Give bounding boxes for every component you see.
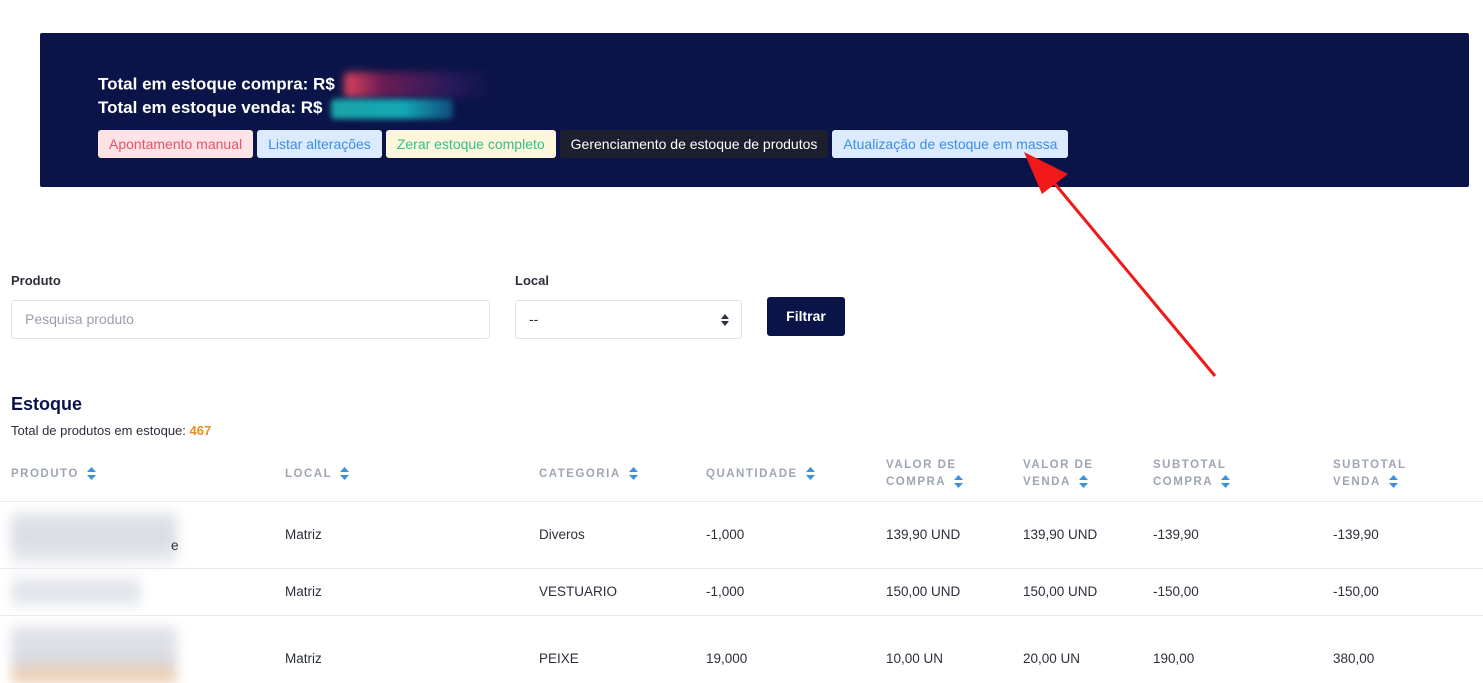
redacted-product-name: [11, 626, 177, 683]
apontamento-manual-button[interactable]: Apontamento manual: [98, 130, 254, 158]
col-subtotal-venda-label-1: SUBTOTAL: [1333, 459, 1407, 471]
col-subtotal-venda[interactable]: SUBTOTAL VENDA: [1333, 457, 1407, 491]
col-valor-compra-label-1: VALOR DE: [886, 459, 957, 471]
sort-icon: [805, 467, 815, 481]
row-valor-venda: 139,90 UND: [1023, 527, 1098, 542]
row-subtotal-compra: 190,00: [1153, 651, 1195, 666]
col-subtotal-compra[interactable]: SUBTOTAL COMPRA: [1153, 457, 1231, 491]
col-valor-compra[interactable]: VALOR DE COMPRA: [886, 457, 964, 491]
total-venda-label: Total em estoque venda: R$: [98, 98, 323, 117]
sort-icon: [954, 475, 964, 489]
stock-summary-banner: Total em estoque compra: R$ Total em est…: [40, 33, 1469, 187]
redacted-product-name: [11, 577, 141, 607]
local-label: Local: [515, 273, 549, 288]
col-valor-venda[interactable]: VALOR DE VENDA: [1023, 457, 1094, 491]
sort-icon: [340, 467, 350, 481]
row-valor-venda: 150,00 UND: [1023, 584, 1098, 599]
col-produto[interactable]: PRODUTO: [11, 466, 96, 483]
table-divider: [0, 501, 1483, 502]
local-select-value: --: [529, 311, 539, 327]
col-categoria[interactable]: CATEGORIA: [539, 466, 638, 483]
zerar-estoque-button[interactable]: Zerar estoque completo: [385, 130, 556, 158]
table-divider: [0, 615, 1483, 616]
col-quantidade[interactable]: QUANTIDADE: [706, 466, 815, 483]
row-categoria: Diveros: [539, 527, 585, 542]
total-venda: Total em estoque venda: R$: [98, 98, 454, 119]
table-divider: [0, 568, 1483, 569]
col-produto-label: PRODUTO: [11, 468, 79, 480]
sort-icon: [86, 467, 96, 481]
select-chevron-icon: [721, 314, 729, 326]
row-valor-compra: 150,00 UND: [886, 584, 961, 599]
col-local-label: LOCAL: [285, 468, 333, 480]
action-buttons: Apontamento manual Listar alterações Zer…: [98, 130, 1069, 158]
total-compra-label: Total em estoque compra: R$: [98, 74, 335, 94]
row-quantidade: -1,000: [706, 527, 745, 542]
sort-icon: [1078, 475, 1088, 489]
product-name-fragment: e: [171, 538, 179, 553]
row-categoria: PEIXE: [539, 651, 579, 666]
row-categoria: VESTUARIO: [539, 584, 618, 599]
redacted-value: [343, 72, 494, 98]
row-subtotal-compra: -139,90: [1153, 527, 1199, 542]
row-subtotal-venda: -139,90: [1333, 527, 1379, 542]
row-valor-compra: 10,00 UN: [886, 651, 944, 666]
redacted-value: [331, 98, 454, 119]
col-valor-venda-label-1: VALOR DE: [1023, 459, 1094, 471]
row-valor-compra: 139,90 UND: [886, 527, 961, 542]
produto-label: Produto: [11, 273, 61, 288]
row-local: Matriz: [285, 527, 322, 542]
row-valor-venda: 20,00 UN: [1023, 651, 1081, 666]
row-quantidade: 19,000: [706, 651, 748, 666]
annotation-arrow: [1024, 152, 1217, 377]
col-subtotal-compra-label-1: SUBTOTAL: [1153, 459, 1227, 471]
row-subtotal-venda: 380,00: [1333, 651, 1375, 666]
col-local[interactable]: LOCAL: [285, 466, 350, 483]
col-subtotal-compra-label-2: COMPRA: [1153, 476, 1214, 488]
col-subtotal-venda-label-2: VENDA: [1333, 476, 1381, 488]
gerenciamento-estoque-button[interactable]: Gerenciamento de estoque de produtos: [559, 130, 829, 158]
listar-alteracoes-button[interactable]: Listar alterações: [257, 130, 382, 158]
redacted-product-name: [11, 512, 177, 564]
row-local: Matriz: [285, 651, 322, 666]
col-valor-compra-label-2: COMPRA: [886, 476, 947, 488]
sort-icon: [1221, 475, 1231, 489]
sort-icon: [1388, 475, 1398, 489]
total-produtos-count: 467: [189, 423, 212, 438]
filtrar-button[interactable]: Filtrar: [767, 297, 845, 336]
estoque-title: Estoque: [11, 394, 83, 414]
produto-search-input[interactable]: Pesquisa produto: [11, 300, 490, 339]
col-valor-venda-label-2: VENDA: [1023, 476, 1071, 488]
total-produtos: Total de produtos em estoque: 467: [11, 423, 211, 438]
col-categoria-label: CATEGORIA: [539, 468, 621, 480]
sort-icon: [628, 467, 638, 481]
row-quantidade: -1,000: [706, 584, 745, 599]
local-select[interactable]: --: [515, 300, 742, 339]
row-subtotal-compra: -150,00: [1153, 584, 1199, 599]
col-quantidade-label: QUANTIDADE: [706, 468, 798, 480]
total-produtos-label: Total de produtos em estoque:: [11, 423, 186, 438]
row-subtotal-venda: -150,00: [1333, 584, 1379, 599]
total-compra: Total em estoque compra: R$: [98, 72, 494, 98]
row-local: Matriz: [285, 584, 322, 599]
